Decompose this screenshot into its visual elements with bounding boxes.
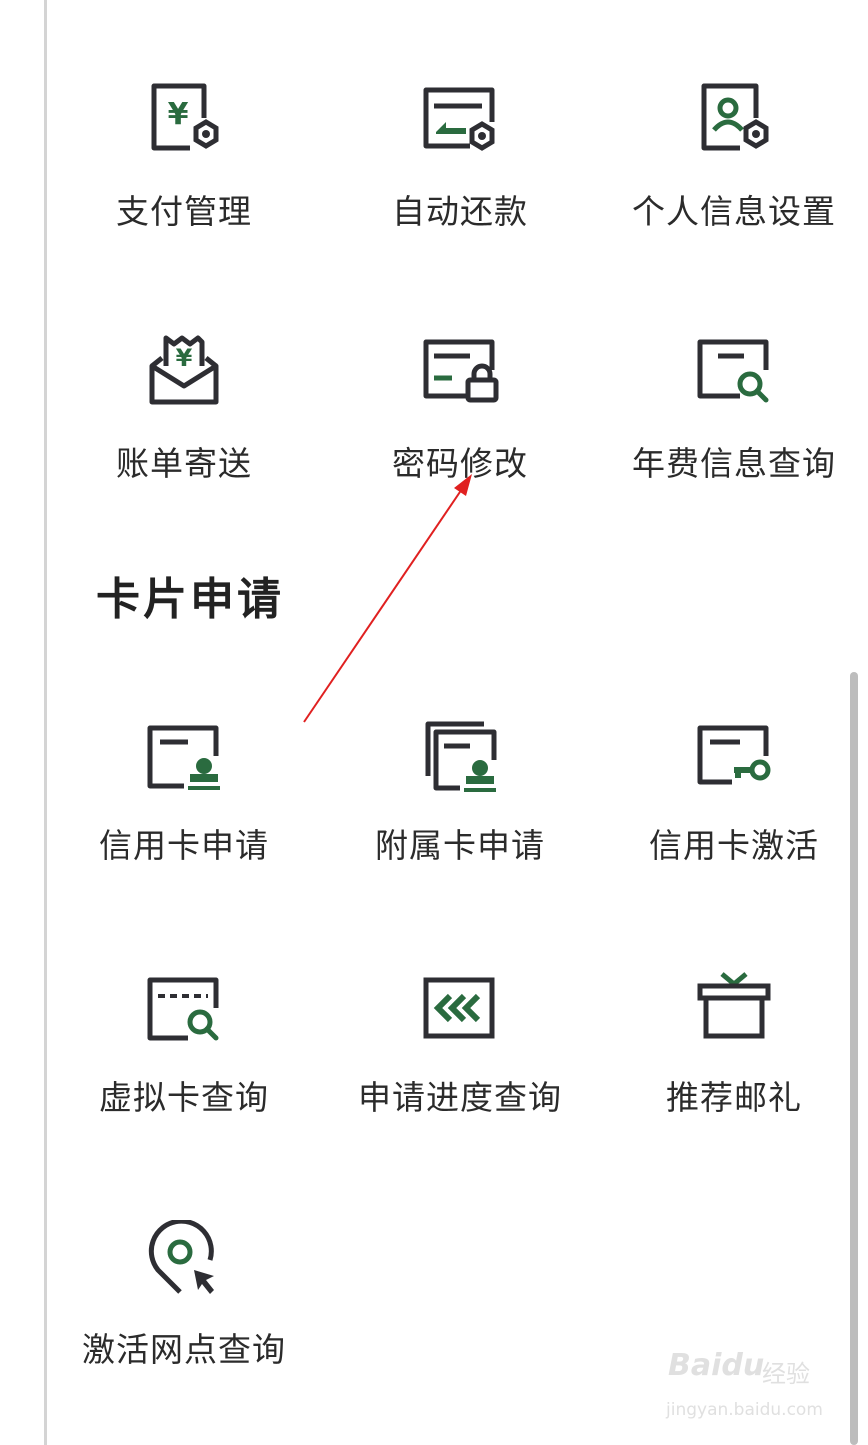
menu-item-progress-query[interactable]: 申请进度查询 [322, 968, 598, 1118]
password-lock-icon [423, 339, 499, 403]
menu-item-supplementary-card-apply[interactable]: 附属卡申请 [322, 716, 598, 866]
menu-item-credit-card-apply[interactable]: 信用卡申请 [46, 716, 322, 866]
menu-item-label: 个人信息设置 [632, 192, 836, 231]
menu-item-label: 信用卡申请 [99, 826, 269, 865]
bill-mail-icon: ¥ [149, 335, 219, 405]
card-activate-key-icon [697, 725, 771, 785]
virtual-card-search-icon [147, 977, 219, 1041]
profile-settings-icon [701, 83, 769, 151]
gift-box-icon [697, 972, 771, 1039]
menu-item-label: 年费信息查询 [632, 444, 836, 483]
menu-item-bill-mail[interactable]: ¥ 账单寄送 [46, 330, 322, 484]
menu-item-label: 推荐邮礼 [666, 1078, 802, 1117]
section-title-card-application: 卡片申请 [96, 574, 284, 625]
watermark-url: jingyan.baidu.com [666, 1400, 823, 1420]
menu-item-annual-fee-query[interactable]: 年费信息查询 [596, 330, 868, 484]
menu-item-credit-card-activate[interactable]: 信用卡激活 [596, 716, 868, 866]
watermark-brand-cn: 经验 [762, 1360, 810, 1388]
card-apply-icon [147, 725, 220, 790]
progress-query-icon [423, 977, 495, 1039]
menu-item-virtual-card-query[interactable]: 虚拟卡查询 [46, 968, 322, 1118]
svg-text:¥: ¥ [168, 97, 189, 132]
menu-item-password-change[interactable]: 密码修改 [322, 330, 598, 484]
menu-item-label: 附属卡申请 [375, 826, 545, 865]
branch-location-icon [148, 1220, 214, 1294]
payment-settings-icon: ¥ [151, 83, 219, 151]
menu-item-label: 信用卡激活 [649, 826, 819, 865]
menu-item-profile-settings[interactable]: 个人信息设置 [596, 78, 868, 232]
svg-text:¥: ¥ [176, 344, 193, 372]
auto-repay-icon [423, 87, 495, 151]
menu-item-label: 支付管理 [116, 192, 252, 231]
menu-item-referral-gift[interactable]: 推荐邮礼 [596, 968, 868, 1118]
menu-item-label: 自动还款 [392, 192, 528, 231]
annual-fee-search-icon [697, 339, 769, 403]
menu-item-payment-management[interactable]: ¥ 支付管理 [46, 78, 322, 232]
menu-item-label: 虚拟卡查询 [99, 1078, 269, 1117]
menu-item-auto-repay[interactable]: 自动还款 [322, 78, 598, 232]
menu-item-label: 账单寄送 [116, 444, 252, 483]
supplementary-card-icon [425, 721, 497, 792]
baidu-watermark: Baidu 经验 jingyan.baidu.com [662, 1348, 832, 1428]
watermark-brand: Baidu [668, 1348, 765, 1383]
menu-item-label: 申请进度查询 [358, 1078, 562, 1117]
menu-item-activation-branch-query[interactable]: 激活网点查询 [46, 1220, 322, 1370]
menu-item-label: 密码修改 [392, 444, 528, 483]
menu-item-label: 激活网点查询 [82, 1330, 286, 1369]
